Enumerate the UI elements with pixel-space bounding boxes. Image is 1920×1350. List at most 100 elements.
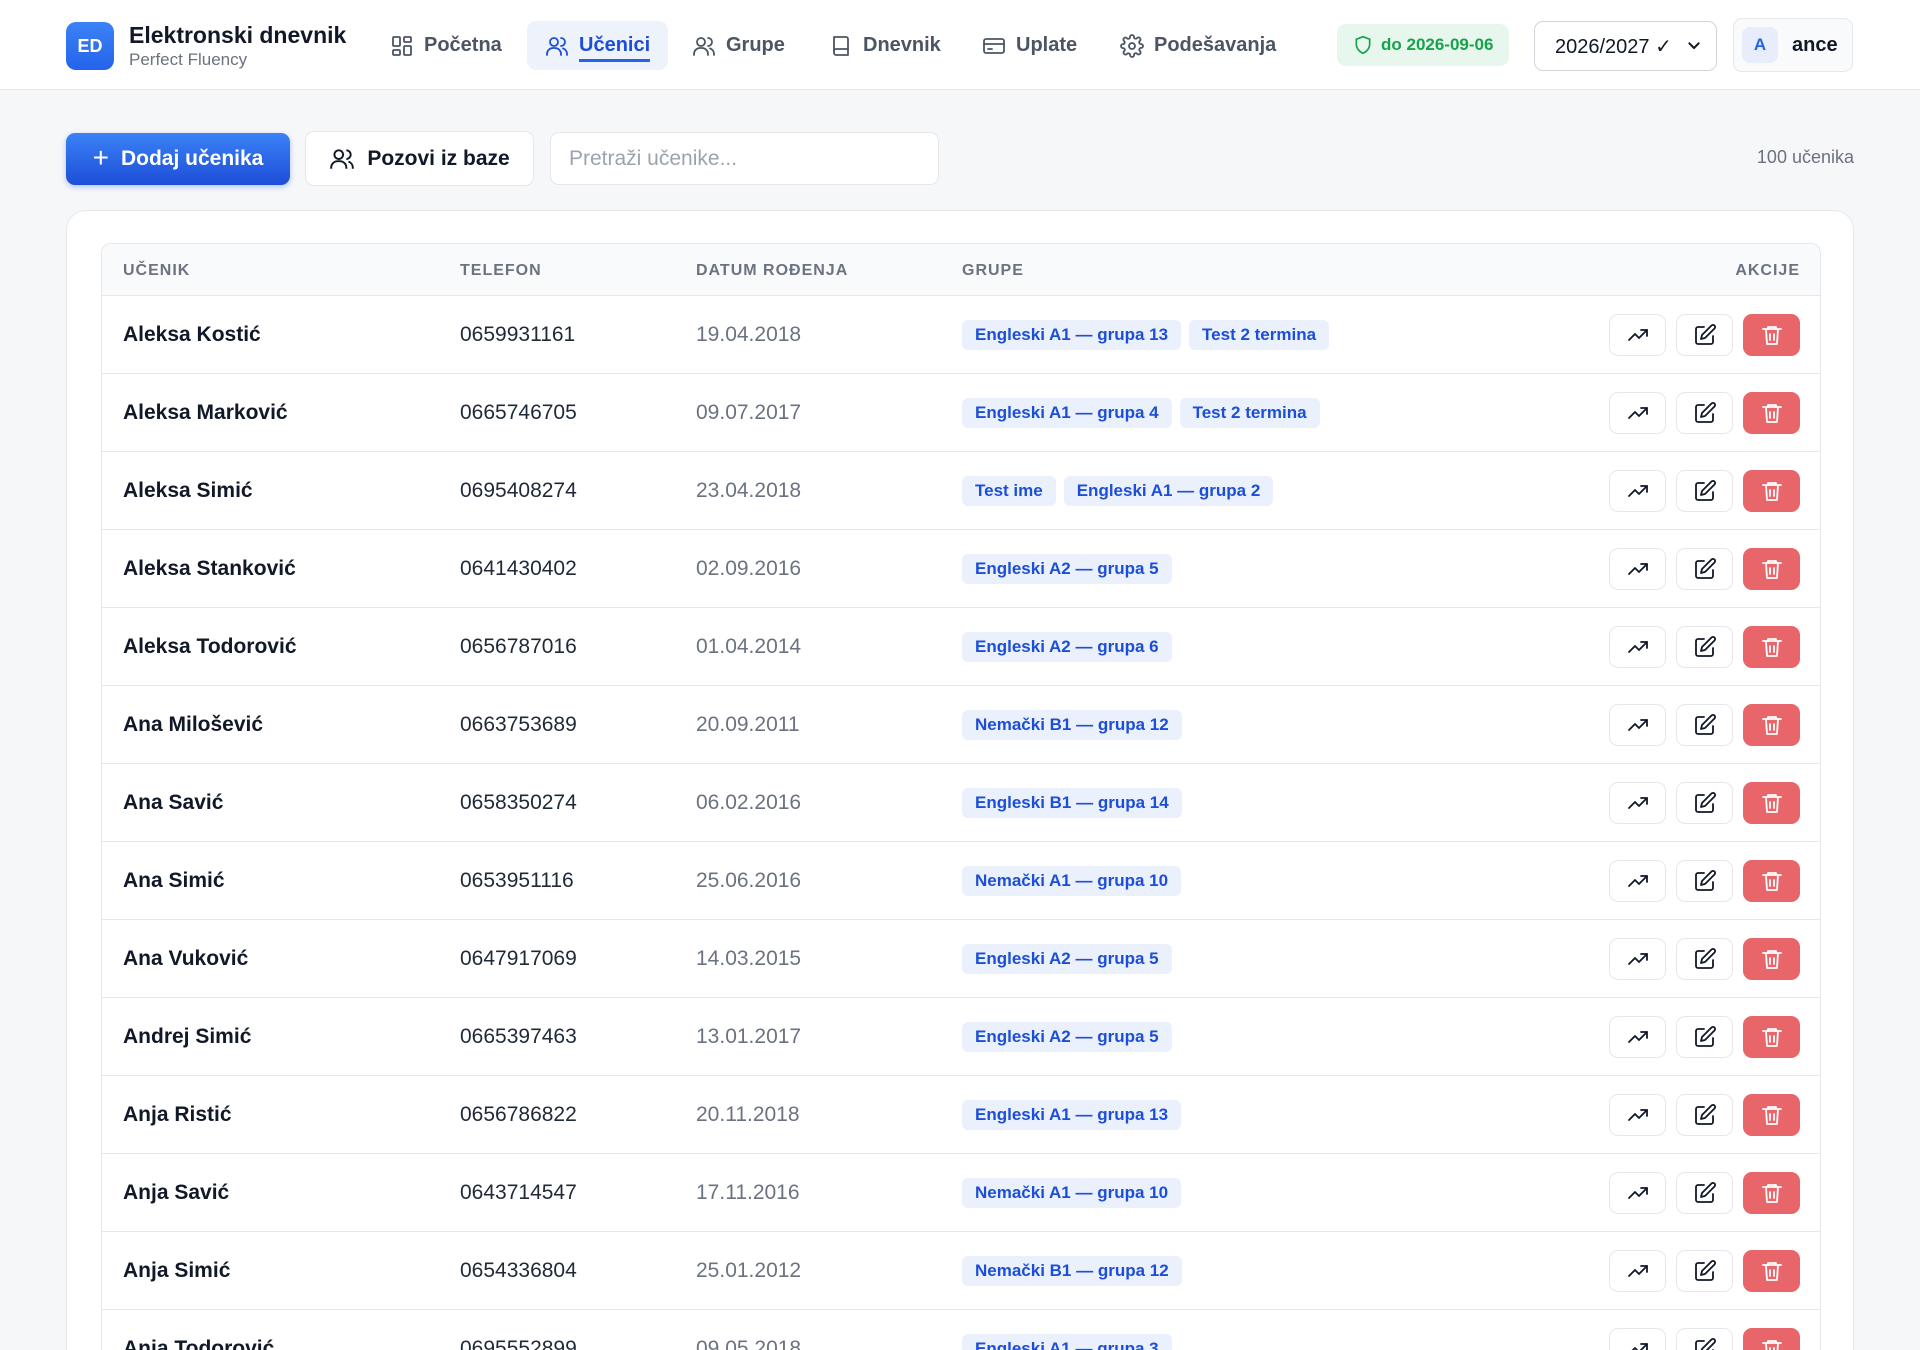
progress-button[interactable] — [1609, 1328, 1666, 1350]
student-count: 100 učenika — [1756, 147, 1854, 167]
group-chip[interactable]: Engleski A1 — grupa 13 — [962, 1100, 1182, 1130]
delete-button[interactable] — [1743, 470, 1800, 512]
group-chip[interactable]: Test 2 termina — [1189, 320, 1330, 350]
user-menu[interactable]: A ance — [1733, 18, 1853, 72]
student-name[interactable]: Aleksa Stanković — [123, 530, 296, 608]
progress-button[interactable] — [1609, 626, 1666, 668]
student-dob: 02.09.2016 — [696, 557, 802, 580]
delete-button[interactable] — [1743, 626, 1800, 668]
group-chip[interactable]: Nemački B1 — grupa 12 — [962, 710, 1182, 740]
student-name[interactable]: Aleksa Simić — [123, 452, 253, 530]
edit-button[interactable] — [1676, 1094, 1733, 1136]
progress-button[interactable] — [1609, 392, 1666, 434]
edit-button[interactable] — [1676, 1172, 1733, 1214]
student-name[interactable]: Ana Milošević — [123, 686, 263, 764]
row-actions — [1609, 1076, 1800, 1154]
edit-button[interactable] — [1676, 392, 1733, 434]
edit-button[interactable] — [1676, 626, 1733, 668]
progress-button[interactable] — [1609, 938, 1666, 980]
avatar: A — [1742, 27, 1778, 63]
student-name[interactable]: Aleksa Todorović — [123, 608, 297, 686]
progress-button[interactable] — [1609, 782, 1666, 824]
edit-button[interactable] — [1676, 1328, 1733, 1350]
nav-journal[interactable]: Dnevnik — [811, 21, 959, 70]
delete-button[interactable] — [1743, 1016, 1800, 1058]
delete-button[interactable] — [1743, 1172, 1800, 1214]
nav-home[interactable]: Početna — [372, 21, 520, 70]
group-chip[interactable]: Engleski A2 — grupa 5 — [962, 1022, 1172, 1052]
student-name[interactable]: Ana Savić — [123, 764, 223, 842]
progress-button[interactable] — [1609, 704, 1666, 746]
edit-button[interactable] — [1676, 1016, 1733, 1058]
delete-button[interactable] — [1743, 1328, 1800, 1350]
student-name[interactable]: Anja Simić — [123, 1232, 230, 1310]
nav-students[interactable]: Učenici — [527, 21, 669, 70]
delete-button[interactable] — [1743, 314, 1800, 356]
group-chip[interactable]: Nemački A1 — grupa 10 — [962, 1178, 1182, 1208]
edit-button[interactable] — [1676, 782, 1733, 824]
group-chip[interactable]: Nemački B1 — grupa 12 — [962, 1256, 1182, 1286]
group-chip[interactable]: Test ime — [962, 476, 1056, 506]
progress-button[interactable] — [1609, 860, 1666, 902]
group-chip[interactable]: Nemački A1 — grupa 10 — [962, 866, 1182, 896]
progress-button[interactable] — [1609, 1250, 1666, 1292]
student-name[interactable]: Anja Todorović — [123, 1310, 274, 1350]
delete-button[interactable] — [1743, 704, 1800, 746]
edit-button[interactable] — [1676, 470, 1733, 512]
group-chip[interactable]: Engleski A2 — grupa 5 — [962, 554, 1172, 584]
delete-button[interactable] — [1743, 782, 1800, 824]
group-chip[interactable]: Engleski A2 — grupa 6 — [962, 632, 1172, 662]
student-name[interactable]: Andrej Simić — [123, 998, 251, 1076]
nav-groups[interactable]: Grupe — [674, 21, 803, 70]
trash-icon — [1761, 404, 1782, 423]
edit-button[interactable] — [1676, 938, 1733, 980]
group-chip[interactable]: Engleski A1 — grupa 13 — [962, 320, 1182, 350]
delete-button[interactable] — [1743, 860, 1800, 902]
group-chip[interactable]: Engleski A1 — grupa 3 — [962, 1334, 1172, 1350]
progress-button[interactable] — [1609, 470, 1666, 512]
search-input[interactable] — [550, 132, 939, 185]
group-chip[interactable]: Engleski A2 — grupa 5 — [962, 944, 1172, 974]
chevron-down-icon — [1688, 42, 1700, 49]
delete-button[interactable] — [1743, 548, 1800, 590]
group-chip[interactable]: Test 2 termina — [1179, 398, 1320, 428]
group-chip[interactable]: Engleski A1 — grupa 2 — [1063, 476, 1274, 506]
trend-up-icon — [1627, 1187, 1648, 1199]
edit-button[interactable] — [1676, 314, 1733, 356]
edit-icon — [1694, 948, 1716, 969]
student-name[interactable]: Ana Vuković — [123, 920, 248, 998]
app-logo[interactable]: ED — [66, 22, 114, 70]
student-name[interactable]: Ana Simić — [123, 842, 225, 920]
group-chip[interactable]: Engleski A1 — grupa 4 — [962, 398, 1172, 428]
delete-button[interactable] — [1743, 1094, 1800, 1136]
student-name[interactable]: Anja Ristić — [123, 1076, 232, 1154]
student-groups: Test ime Engleski A1 — grupa 2 — [962, 452, 1274, 530]
edit-button[interactable] — [1676, 1250, 1733, 1292]
invite-from-database-button[interactable]: Pozovi iz baze — [305, 131, 534, 186]
book-icon — [833, 35, 849, 56]
edit-button[interactable] — [1676, 548, 1733, 590]
table-row: Aleksa Stanković 0641430402 02.09.2016 Engl… — [102, 530, 1820, 608]
student-dob: 09.05.2018 — [696, 1337, 802, 1350]
add-student-button[interactable]: + Dodaj učenika — [66, 133, 290, 185]
progress-button[interactable] — [1609, 1094, 1666, 1136]
progress-button[interactable] — [1609, 548, 1666, 590]
edit-button[interactable] — [1676, 860, 1733, 902]
nav-payments[interactable]: Uplate — [964, 21, 1095, 70]
delete-button[interactable] — [1743, 392, 1800, 434]
delete-button[interactable] — [1743, 938, 1800, 980]
progress-button[interactable] — [1609, 1172, 1666, 1214]
progress-button[interactable] — [1609, 1016, 1666, 1058]
student-dob: 25.01.2012 — [696, 1259, 802, 1282]
trash-icon — [1761, 1028, 1782, 1047]
edit-button[interactable] — [1676, 704, 1733, 746]
student-name[interactable]: Anja Savić — [123, 1154, 229, 1232]
edit-icon — [1694, 870, 1716, 891]
progress-button[interactable] — [1609, 314, 1666, 356]
student-name[interactable]: Aleksa Kostić — [123, 296, 261, 374]
delete-button[interactable] — [1743, 1250, 1800, 1292]
group-chip[interactable]: Engleski B1 — grupa 14 — [962, 788, 1182, 818]
student-name[interactable]: Aleksa Marković — [123, 374, 288, 452]
nav-settings[interactable]: Podešavanja — [1102, 21, 1294, 70]
school-year-select[interactable]: 2026/2027 ✓ — [1534, 21, 1717, 71]
